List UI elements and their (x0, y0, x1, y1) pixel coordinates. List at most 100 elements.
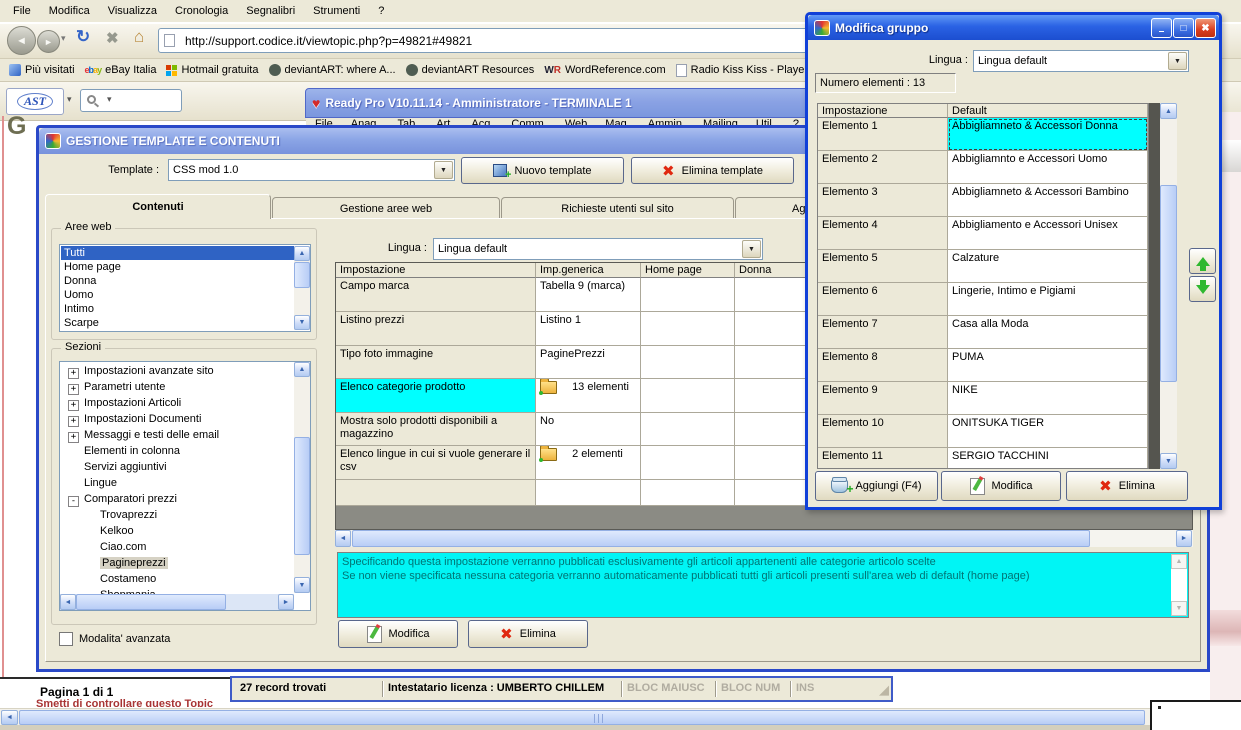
collapse-icon[interactable]: - (68, 496, 79, 507)
grid-cell-value[interactable]: 2 elementi (536, 446, 641, 480)
nuovo-template-button[interactable]: Nuovo template (461, 157, 624, 184)
rp-menu-item[interactable]: Anag. (342, 118, 389, 125)
grid-cell-value[interactable]: No (536, 413, 641, 446)
list-item[interactable]: Donna (61, 274, 294, 288)
rp-menu-item[interactable]: Mag. (596, 118, 638, 125)
tree-item[interactable]: Costameno (100, 572, 156, 588)
scroll-thumb[interactable] (294, 437, 310, 555)
modalita-avanzata-checkbox[interactable]: Modalita' avanzata (59, 632, 170, 646)
bookmark-deviantart-1[interactable]: deviantART: where A... (264, 59, 401, 81)
close-button[interactable]: ✖ (1195, 18, 1216, 38)
list-item[interactable]: Uomo (61, 288, 294, 302)
scroll-thumb[interactable] (352, 530, 1090, 547)
reload-icon[interactable]: ↻ (76, 27, 90, 47)
dialog-cell-name[interactable]: Elemento 9 (818, 382, 948, 415)
dialog-cell-value[interactable]: PUMA (948, 349, 1148, 382)
scroll-down-button[interactable]: ▼ (294, 577, 310, 593)
tree-item[interactable]: + Parametri utente (68, 380, 165, 396)
tree-hscrollbar[interactable]: ◄ ► (60, 594, 294, 610)
dialog-cell-value[interactable]: Calzature (948, 250, 1148, 283)
dialog-cell-name[interactable]: Elemento 6 (818, 283, 948, 316)
scroll-down-button[interactable]: ▼ (294, 315, 310, 330)
dialog-cell-value[interactable]: NIKE (948, 382, 1148, 415)
template-combobox[interactable]: CSS mod 1.0 ▼ (168, 159, 455, 181)
bookmark-hotmail[interactable]: Hotmail gratuita (161, 59, 263, 81)
checkbox[interactable] (59, 632, 73, 646)
dialog-cell-value-selected[interactable]: Abbigliamneto & Accessori Donna (948, 118, 1148, 151)
browser-hscrollbar[interactable]: ◄ (0, 708, 1241, 725)
scroll-thumb[interactable] (76, 594, 226, 610)
tree-item[interactable]: - Comparatori prezzi (68, 492, 177, 508)
elimina-template-button[interactable]: ✖ Elimina template (631, 157, 794, 184)
dialog-cell-value[interactable]: Abbigliamneto & Accessori Bambino (948, 184, 1148, 217)
ast-logo[interactable]: AST (6, 88, 64, 115)
rp-menu-item[interactable]: Acq. (462, 118, 502, 125)
grid-cell-empty[interactable] (641, 480, 735, 506)
rp-menu-item[interactable]: Web (556, 118, 596, 125)
rp-menu-item[interactable]: Mailing (694, 118, 747, 125)
dialog-lingua-dropdown-button[interactable]: ▼ (1168, 52, 1187, 70)
rp-menu-item[interactable]: Tab. (388, 118, 427, 125)
modifica-button[interactable]: Modifica (338, 620, 458, 648)
grid-cell-value[interactable]: Tabella 9 (marca) (536, 278, 641, 312)
grid-cell-empty[interactable] (641, 312, 735, 346)
sezioni-tree[interactable]: + Impostazioni avanzate sito + Parametri u… (59, 361, 311, 611)
dialog-cell-name[interactable]: Elemento 5 (818, 250, 948, 283)
grid-header-home-page[interactable]: Home page (641, 263, 735, 278)
scroll-down-button[interactable]: ▼ (1171, 601, 1187, 616)
grid-cell-value[interactable]: Listino 1 (536, 312, 641, 346)
browser-menu-strumenti[interactable]: Strumenti (304, 2, 369, 20)
rp-menu-item[interactable]: Util. (747, 118, 784, 125)
minimize-button[interactable]: – (1151, 18, 1172, 38)
tab-gestione-aree-web[interactable]: Gestione aree web (272, 197, 500, 219)
tab-richieste-utenti[interactable]: Richieste utenti sul sito (501, 197, 734, 219)
dialog-cell-name[interactable]: Elemento 2 (818, 151, 948, 184)
rp-menu-item[interactable]: Art. (427, 118, 462, 125)
tree-item[interactable]: Ciao.com (100, 540, 146, 556)
info-scrollbar[interactable]: ▲ ▼ (1171, 554, 1187, 616)
dialog-elimina-button[interactable]: ✖ Elimina (1066, 471, 1188, 501)
move-up-button[interactable] (1189, 248, 1216, 274)
lingua-combobox[interactable]: Lingua default ▼ (433, 238, 763, 260)
scroll-thumb[interactable] (294, 262, 310, 288)
browser-menu-cronologia[interactable]: Cronologia (166, 2, 237, 20)
tree-item[interactable]: + Impostazioni avanzate sito (68, 364, 214, 380)
grid-cell-name-selected[interactable]: Elenco categorie prodotto (336, 379, 536, 413)
grid-cell-empty[interactable] (641, 379, 735, 413)
tree-item-pagineprezzi-selected[interactable]: Pagineprezzi (100, 556, 168, 572)
maximize-button[interactable]: □ (1173, 18, 1194, 38)
tree-item[interactable]: + Messaggi e testi delle email (68, 428, 219, 444)
bookmark-deviantart-2[interactable]: deviantART Resources (401, 59, 540, 81)
rp-menu-item[interactable]: Comm. (502, 118, 555, 125)
grid-cell-name[interactable]: Mostra solo prodotti disponibili a magaz… (336, 413, 536, 446)
bookmark-wordreference[interactable]: WR WordReference.com (539, 59, 670, 81)
list-item-tutti[interactable]: Tutti (61, 246, 294, 260)
dialog-cell-value[interactable]: SERGIO TACCHINI (948, 448, 1148, 468)
dialog-cell-name[interactable]: Elemento 1 (818, 118, 948, 151)
tree-item[interactable]: Kelkoo (100, 524, 134, 540)
scroll-up-button[interactable]: ▲ (1171, 554, 1187, 569)
dialog-cell-name[interactable]: Elemento 8 (818, 349, 948, 382)
dialog-header-impostazione[interactable]: Impostazione (818, 104, 948, 118)
browser-menu-visualizza[interactable]: Visualizza (99, 2, 166, 20)
tree-vscrollbar[interactable]: ▲ ▼ (294, 362, 310, 593)
resize-grip-icon[interactable]: ◢ (879, 682, 889, 698)
grid-cell-empty[interactable] (641, 413, 735, 446)
expand-icon[interactable]: + (68, 384, 79, 395)
bookmark-ebay[interactable]: ebay eBay Italia (80, 59, 162, 81)
dialog-titlebar[interactable]: Modifica gruppo – □ ✖ (808, 15, 1219, 40)
tree-item[interactable]: Elementi in colonna (84, 444, 180, 460)
dialog-header-default[interactable]: Default (948, 104, 1148, 118)
dialog-lingua-combobox[interactable]: Lingua default ▼ (973, 50, 1189, 72)
rp-menu-item[interactable]: File (306, 118, 342, 125)
scroll-left-button[interactable]: ◄ (1, 710, 18, 725)
grid-cell-empty[interactable] (641, 346, 735, 379)
grid-cell-empty[interactable] (641, 278, 735, 312)
aggiungi-button[interactable]: Aggiungi (F4) (815, 471, 938, 501)
tree-item[interactable]: Lingue (84, 476, 117, 492)
bookmark-radio-kiss[interactable]: Radio Kiss Kiss - Player (671, 59, 813, 81)
ast-menu-caret-icon[interactable]: ▾ (67, 94, 72, 105)
aree-web-list[interactable]: Tutti Home page Donna Uomo Intimo Scarpe… (59, 244, 311, 332)
dialog-cell-name[interactable]: Elemento 7 (818, 316, 948, 349)
scroll-right-button[interactable]: ► (278, 594, 294, 610)
